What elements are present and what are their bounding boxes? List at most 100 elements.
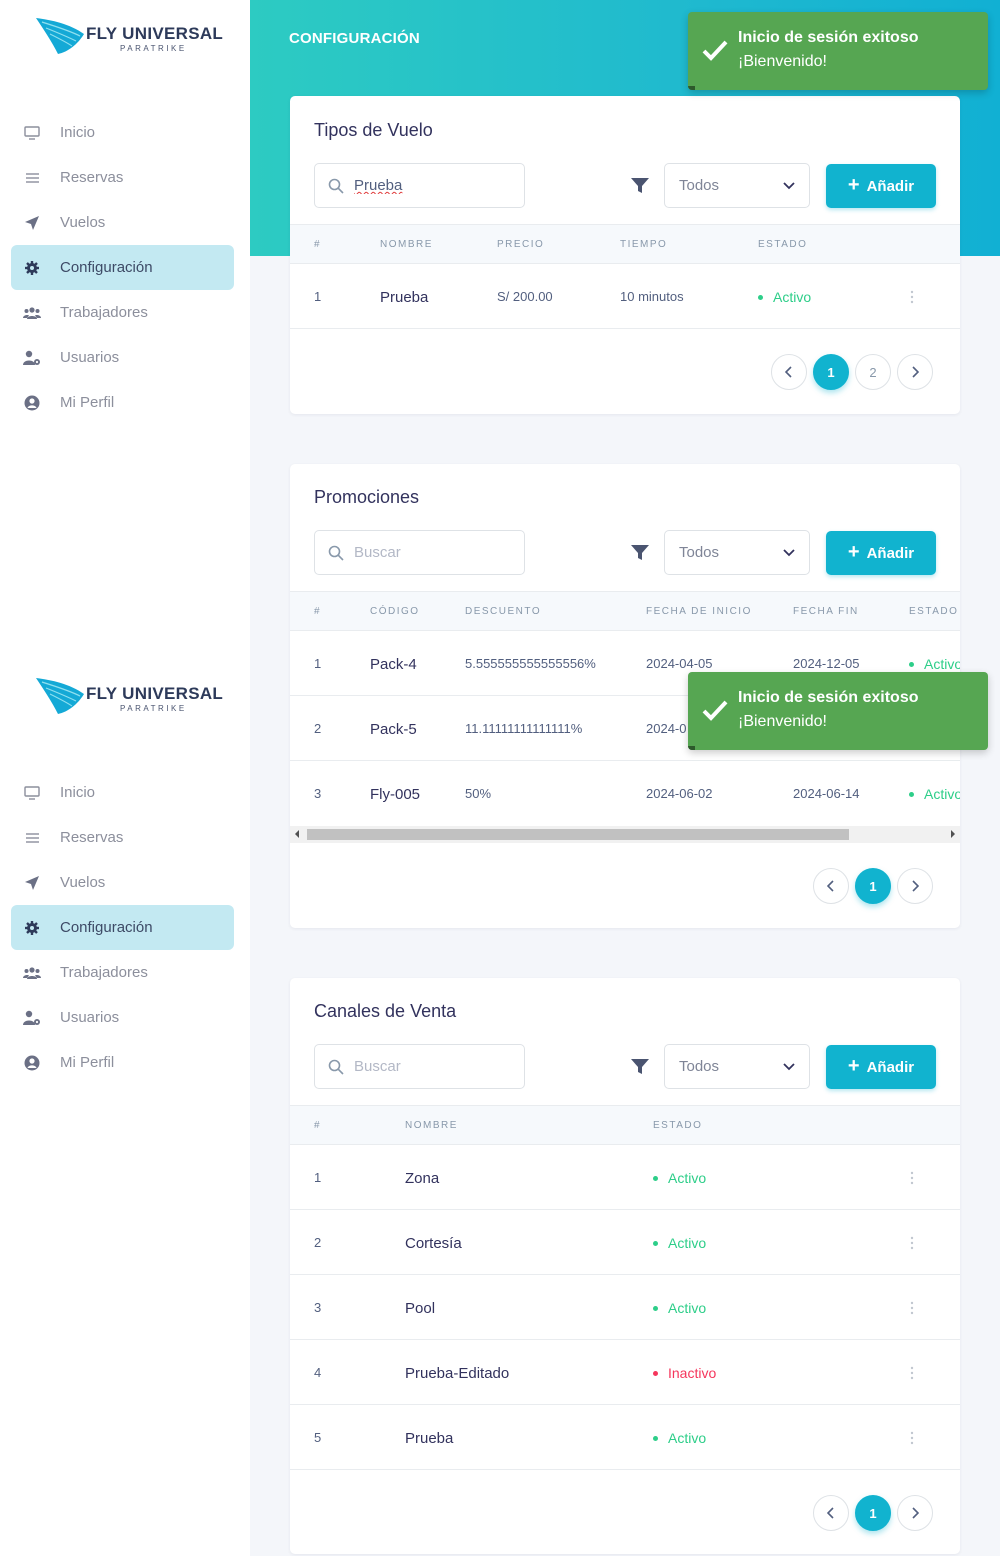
more-options-icon[interactable] [908,1431,916,1445]
column-header: NOMBRE [405,1120,458,1131]
search-input[interactable] [354,1058,504,1075]
add-button-label: Añadir [866,544,915,562]
sidebar-item-trabajadores[interactable]: Trabajadores [11,950,234,995]
sidebar-item-configuracion[interactable]: Configuración [11,905,234,950]
status-filter-select[interactable]: Todos [664,163,810,208]
prev-page-button[interactable] [813,1495,849,1531]
status-badge: Activo [653,1235,706,1251]
column-header: TIEMPO [620,239,668,250]
page-button[interactable]: 2 [855,354,891,390]
row-nombre: Prueba [380,289,429,306]
status-dot [653,1175,658,1181]
status-badge: Activo [909,786,960,802]
sidebar-item-usuarios[interactable]: Usuarios [11,335,234,380]
row-nombre: Prueba [405,1430,454,1447]
table-header: # NOMBRE PRECIO TIEMPO ESTADO [290,224,960,264]
scroll-left-icon[interactable] [295,830,299,838]
search-box[interactable] [314,530,525,575]
more-options-icon[interactable] [908,1366,916,1380]
column-header: DESCUENTO [465,606,542,617]
status-badge: Activo [653,1300,706,1316]
sidebar-item-label: Trabajadores [60,964,148,981]
login-success-toast[interactable]: Inicio de sesión exitoso ¡Bienvenido! [688,672,988,750]
page-button[interactable]: 1 [813,354,849,390]
prev-page-button[interactable] [771,354,807,390]
status-text: Activo [773,289,812,305]
pagination: 1 [807,1495,933,1531]
row-index: 2 [314,721,322,736]
sidebar-item-label: Reservas [60,829,124,846]
status-badge: Activo [653,1170,706,1186]
scroll-right-icon[interactable] [951,830,955,838]
status-dot [909,661,914,667]
table-row[interactable]: 2 Cortesía Activo [290,1210,960,1275]
toast-progress-bar [688,746,695,750]
sidebar-item-trabajadores[interactable]: Trabajadores [11,290,234,335]
list-icon [23,169,41,187]
status-text: Activo [668,1170,707,1186]
search-box[interactable] [314,163,525,208]
sidebar-item-configuracion[interactable]: Configuración [11,245,234,290]
column-header: # [314,1120,322,1131]
next-page-button[interactable] [897,1495,933,1531]
brand-logo[interactable]: FLY UNIVERSAL PARATRIKE [34,674,224,718]
more-options-icon[interactable] [908,1171,916,1185]
status-filter-select[interactable]: Todos [664,530,810,575]
sidebar-item-inicio[interactable]: Inicio [11,770,234,815]
status-filter-select[interactable]: Todos [664,1044,810,1089]
user-circle-icon [23,394,41,412]
add-button[interactable]: + Añadir [826,531,936,575]
more-options-icon[interactable] [908,1301,916,1315]
sidebar-item-label: Usuarios [60,349,120,366]
horizontal-scrollbar[interactable] [290,826,960,843]
table-row[interactable]: 1 Prueba S/ 200.00 10 minutos Activo [290,264,960,329]
sidebar-item-usuarios[interactable]: Usuarios [11,995,234,1040]
sidebar-item-vuelos[interactable]: Vuelos [11,860,234,905]
user-gear-icon [23,349,41,367]
search-box[interactable] [314,1044,525,1089]
status-dot [758,294,763,300]
add-button[interactable]: + Añadir [826,164,936,208]
row-nombre: Zona [405,1170,440,1187]
table-row[interactable]: 4 Prueba-Editado Inactivo [290,1340,960,1405]
sidebar-item-mi-perfil[interactable]: Mi Perfil [11,380,234,425]
filter-icon[interactable] [631,1059,649,1075]
page-button[interactable]: 1 [855,868,891,904]
more-options-icon[interactable] [908,1236,916,1250]
login-success-toast[interactable]: Inicio de sesión exitoso ¡Bienvenido! [688,12,988,90]
gear-icon [23,259,41,277]
row-fecha-inicio: 2024-06-02 [646,786,713,801]
sidebar-item-reservas[interactable]: Reservas [11,815,234,860]
gear-icon [23,919,41,937]
more-options-icon[interactable] [908,290,916,304]
next-page-button[interactable] [897,868,933,904]
select-value: Todos [679,544,720,561]
prev-page-button[interactable] [813,868,849,904]
table-row[interactable]: 3 Fly-005 50% 2024-06-02 2024-06-14 Acti… [290,761,960,826]
status-badge: Activo [653,1430,706,1446]
table-row[interactable]: 1 Zona Activo [290,1145,960,1210]
table-row[interactable]: 5 Prueba Activo [290,1405,960,1470]
chevron-down-icon [783,181,795,189]
row-index: 3 [314,786,322,801]
sidebar-item-vuelos[interactable]: Vuelos [11,200,234,245]
sidebar-item-inicio[interactable]: Inicio [11,110,234,155]
table-row[interactable]: 3 Pool Activo [290,1275,960,1340]
sidebar-item-mi-perfil[interactable]: Mi Perfil [11,1040,234,1085]
sidebar-item-reservas[interactable]: Reservas [11,155,234,200]
filter-icon[interactable] [631,178,649,194]
row-nombre: Prueba-Editado [405,1365,510,1382]
user-gear-icon [23,1009,41,1027]
next-page-button[interactable] [897,354,933,390]
brand-logo[interactable]: FLY UNIVERSAL PARATRIKE [34,14,224,58]
add-button[interactable]: + Añadir [826,1045,936,1089]
search-input[interactable] [354,177,504,194]
plus-icon: + [847,173,860,196]
filter-icon[interactable] [631,545,649,561]
search-input[interactable] [354,544,504,561]
scrollbar-thumb[interactable] [307,829,849,840]
page-button[interactable]: 1 [855,1495,891,1531]
status-badge: Activo [909,656,960,672]
chevron-left-icon [827,1507,834,1519]
status-dot [653,1435,658,1441]
